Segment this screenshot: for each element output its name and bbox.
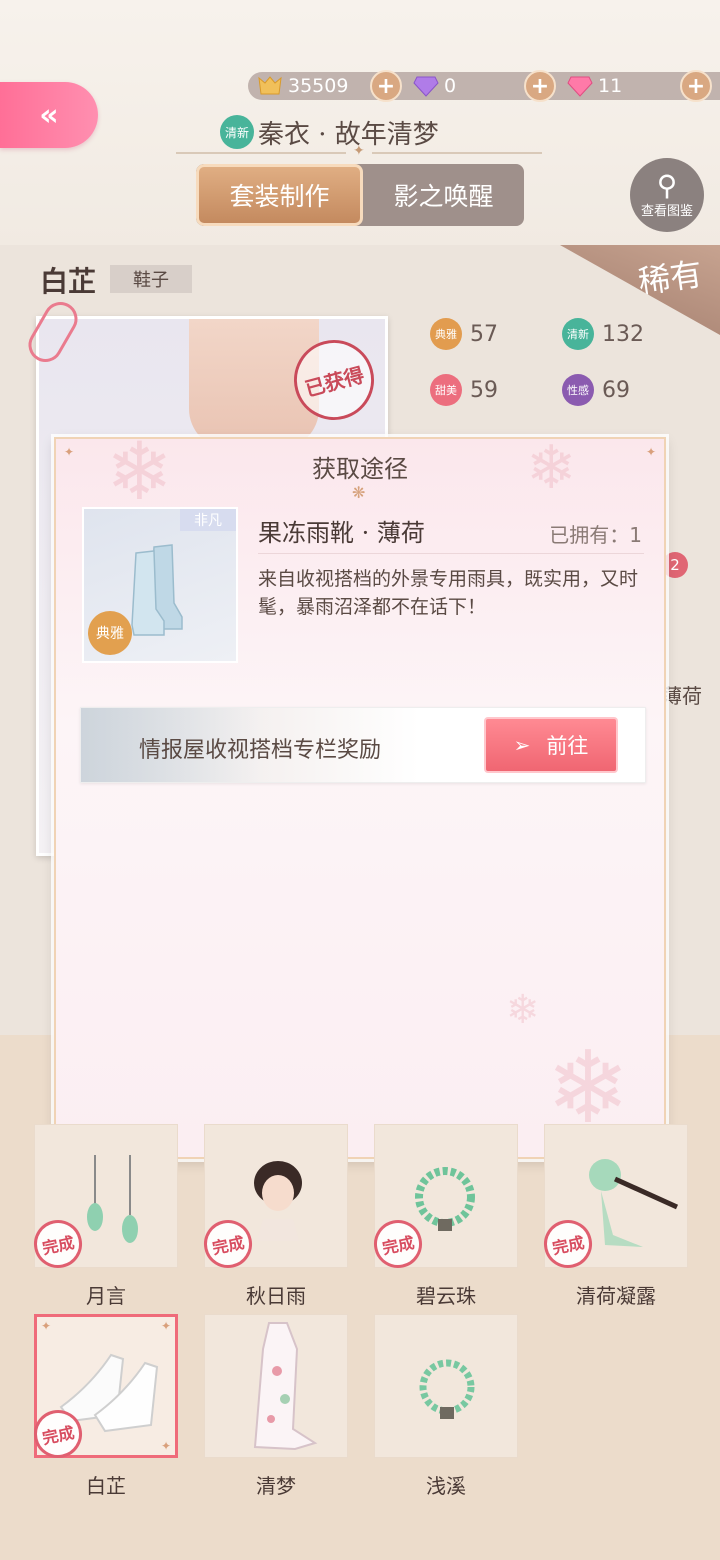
- title-ornament-icon: ❋: [352, 483, 366, 502]
- add-pink-diamond-button[interactable]: +: [680, 70, 712, 102]
- tab-bar: 套装制作 影之唤醒: [196, 164, 524, 226]
- double-chevron-left-icon: «: [39, 97, 59, 133]
- part-label: 清荷凝露: [576, 1284, 656, 1308]
- part-label: 碧云珠: [416, 1284, 476, 1308]
- add-diamond-button[interactable]: +: [524, 70, 556, 102]
- route-label: 情报屋收视搭档专栏奖励: [139, 738, 382, 763]
- item-name: 白芷: [40, 265, 97, 298]
- view-gallery-button[interactable]: ⚲ 查看图鉴: [630, 158, 704, 232]
- part-label: 月言: [86, 1284, 126, 1308]
- suit-title: 清新 秦衣 · 故年清梦: [220, 114, 439, 150]
- attr-sweet: 甜美 59: [430, 374, 498, 406]
- style-elegant-badge: 典雅: [88, 611, 132, 655]
- dialog-title: 获取途径: [312, 455, 408, 483]
- attr-elegant: 典雅 57: [430, 318, 498, 350]
- paper-plane-icon: ➢: [513, 733, 531, 757]
- qipao-dress-icon: [253, 1322, 318, 1451]
- pink-diamond-icon: [566, 72, 594, 100]
- style-tag: 清新: [220, 115, 254, 149]
- corner-ornament-icon: ✦: [41, 1319, 52, 1333]
- attr-sexy: 性感 69: [562, 374, 630, 406]
- bracelet-icon: [419, 1359, 475, 1419]
- add-coin-button[interactable]: +: [370, 70, 402, 102]
- item-type-badge: 鞋子: [110, 265, 192, 293]
- boots-thumbnail[interactable]: 非凡 典雅: [82, 507, 238, 663]
- rain-boots-icon: [131, 544, 183, 636]
- dialog-item-name: 果冻雨靴 · 薄荷: [258, 519, 425, 547]
- item-description: 来自收视搭档的外景专用雨具，既实用，又时髦，暴雨沼泽都不在话下！: [258, 568, 639, 618]
- acquire-route-dialog: ✦ ✦ ✦ ✦ ❄ ❄ ❄ ❄ 获取途径 ❋ 非凡 典雅 果冻雨靴 · 薄荷 已…: [54, 425, 666, 1159]
- behind-item-label: 薄荷: [662, 684, 702, 708]
- owned-count: 已拥有：1: [549, 523, 642, 547]
- title-divider-right: [372, 152, 542, 154]
- part-label: 秋日雨: [246, 1284, 306, 1308]
- part-cell-qingmeng[interactable]: [204, 1314, 348, 1458]
- diamond-counter: 0: [412, 70, 456, 102]
- part-label: 白芷: [86, 1474, 126, 1498]
- attr-fresh: 清新 132: [562, 318, 644, 350]
- title-divider-left: [176, 152, 346, 154]
- magnifier-icon: ⚲: [656, 168, 678, 202]
- corner-ornament-icon: ✦: [160, 1319, 171, 1333]
- snowflake-icon: ❄: [506, 987, 540, 1033]
- tab-shadow-awakening[interactable]: 影之唤醒: [363, 164, 524, 226]
- pink-diamond-counter: 11: [566, 70, 622, 102]
- tab-suit-crafting[interactable]: 套装制作: [196, 164, 363, 226]
- go-button[interactable]: ➢ 前往: [484, 717, 618, 773]
- coin-counter: 35509: [256, 70, 348, 102]
- title-ornament-icon: ✦: [353, 143, 365, 159]
- rarity-tag: 非凡: [180, 509, 236, 531]
- coin-icon: [256, 72, 284, 100]
- hairstyle-icon: [254, 1161, 302, 1241]
- diamond-icon: [412, 72, 440, 100]
- part-label: 清梦: [256, 1474, 296, 1498]
- part-label: 浅溪: [426, 1474, 466, 1498]
- corner-ornament-icon: ✦: [160, 1439, 171, 1453]
- part-cell-qianxi[interactable]: [374, 1314, 518, 1458]
- dialog-divider: [258, 553, 644, 554]
- back-button[interactable]: «: [0, 82, 98, 148]
